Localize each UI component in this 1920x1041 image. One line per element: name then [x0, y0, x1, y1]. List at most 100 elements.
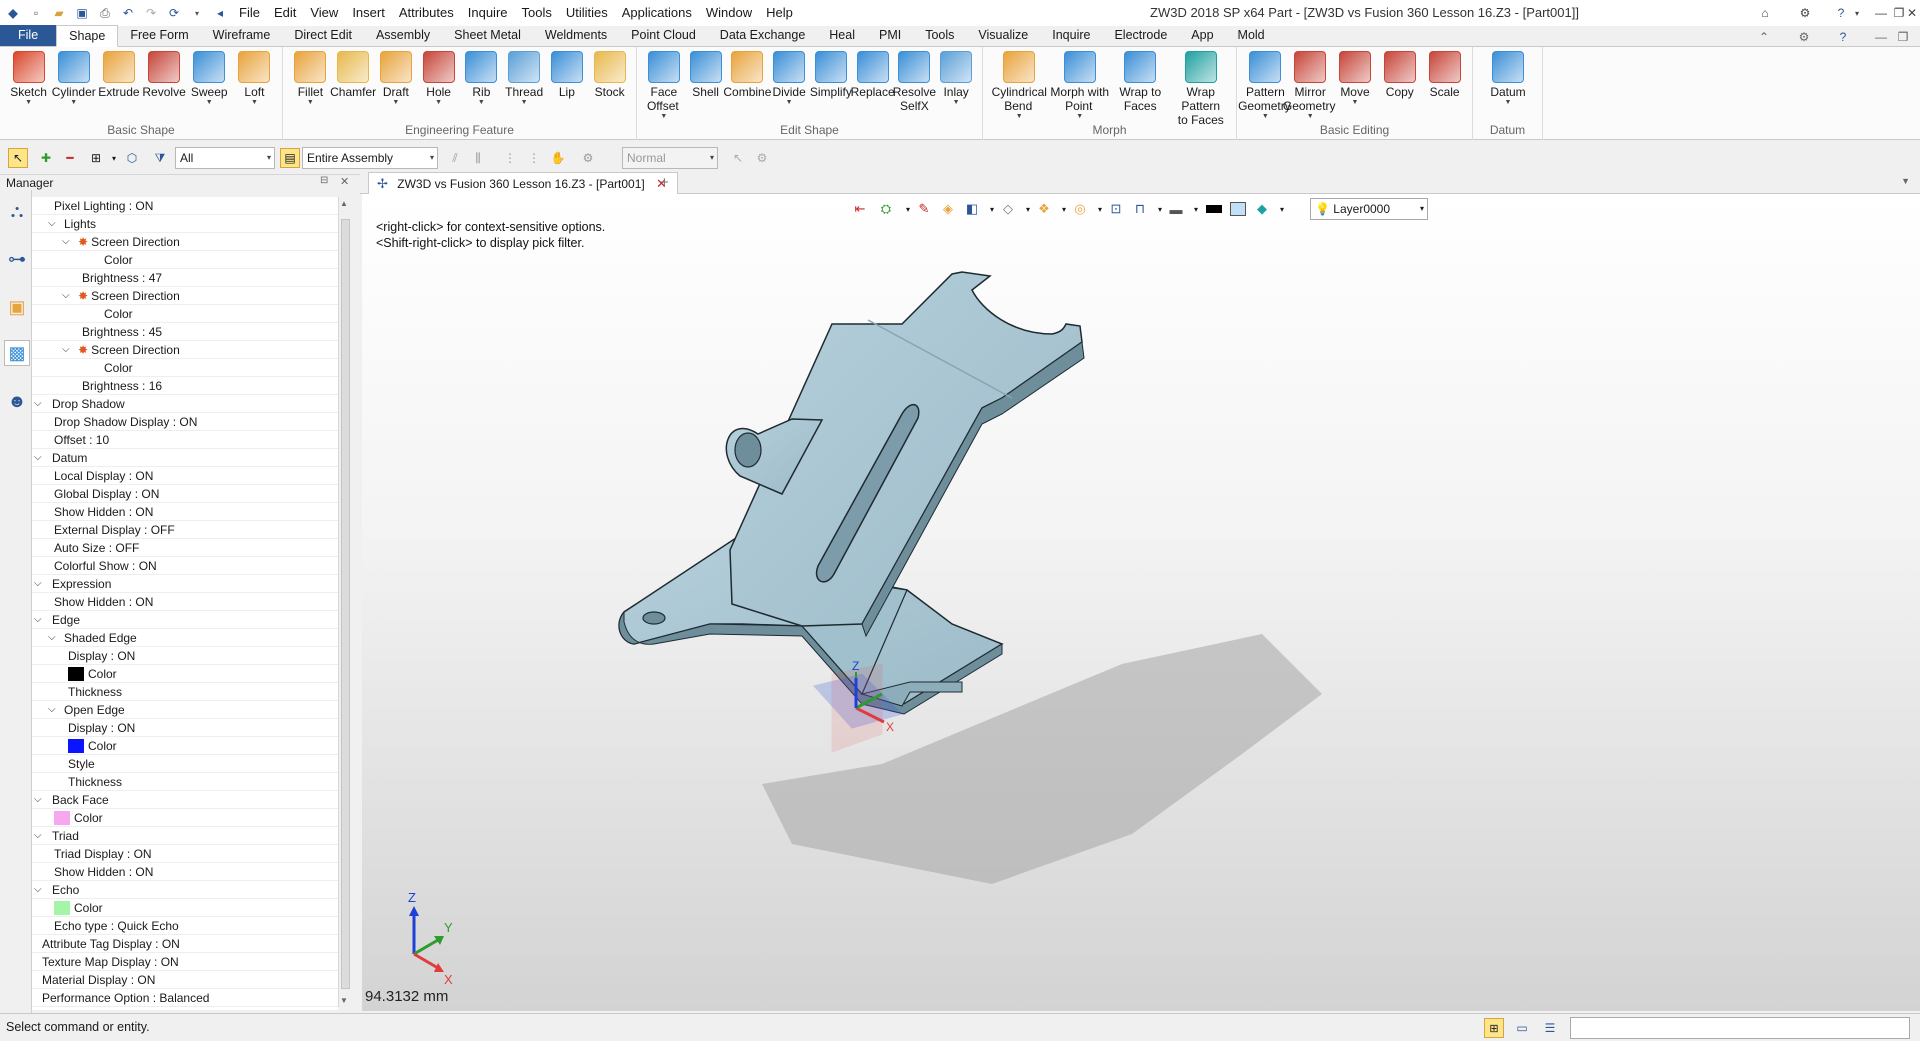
part-icon[interactable]: ▣: [4, 294, 30, 320]
tree-scroll-up-icon[interactable]: ▲: [340, 199, 348, 208]
tree-row[interactable]: Brightness : 45: [32, 323, 338, 341]
ribbon-options-icon[interactable]: ⚙: [1793, 26, 1815, 47]
tree-row[interactable]: Brightness : 47: [32, 269, 338, 287]
chevron-down-icon[interactable]: ▼: [251, 99, 258, 107]
status-input-mode-icon[interactable]: ⊞: [1484, 1018, 1504, 1038]
tree-collapse-icon[interactable]: ⌵: [34, 791, 42, 809]
tree-row[interactable]: ⌵ ✸ Screen Direction: [32, 233, 338, 251]
select-arrow-icon[interactable]: ↖: [8, 148, 28, 168]
ribbon-tab-point-cloud[interactable]: Point Cloud: [619, 25, 708, 46]
assembly-combo[interactable]: Entire Assembly ▾: [302, 147, 438, 169]
tree-collapse-icon[interactable]: ⌵: [34, 881, 42, 899]
ribbon-help-icon[interactable]: ?: [1832, 26, 1854, 47]
ribbon-tab-file[interactable]: File: [0, 25, 57, 46]
remove-pick-icon[interactable]: ━: [60, 148, 80, 168]
menu-insert[interactable]: Insert: [345, 0, 392, 26]
tree-collapse-icon[interactable]: ⌵: [34, 395, 42, 413]
open-folder-icon[interactable]: ▰: [49, 3, 69, 23]
tree-row[interactable]: Material Display : ON: [32, 971, 338, 989]
inlay-button[interactable]: Inlay ▼: [935, 51, 977, 107]
tree-row[interactable]: Show Hidden : ON: [32, 863, 338, 881]
ribbon-tab-assembly[interactable]: Assembly: [364, 25, 442, 46]
tree-collapse-icon[interactable]: ⌵: [62, 287, 70, 305]
combine-button[interactable]: Combine: [723, 51, 771, 99]
tree-row[interactable]: Display : ON: [32, 647, 338, 665]
close-button[interactable]: ✕: [1904, 0, 1920, 26]
mode-combo[interactable]: Normal ▾: [622, 147, 718, 169]
home-icon[interactable]: ⌂: [1750, 0, 1780, 26]
regen-icon[interactable]: ⟳: [164, 3, 184, 23]
ribbon-tab-tools[interactable]: Tools: [913, 25, 966, 46]
tree-row[interactable]: ⌵ Edge: [32, 611, 338, 629]
pick-settings-icon[interactable]: ⚙: [752, 148, 772, 168]
command-input[interactable]: [1570, 1017, 1910, 1039]
status-list-icon[interactable]: ☰: [1540, 1018, 1560, 1038]
pattern-geometry-button[interactable]: Pattern Geometry ▼: [1238, 51, 1291, 121]
assembly-tree-icon[interactable]: ⊶: [4, 246, 30, 272]
tree-row[interactable]: Attribute Tag Display : ON: [32, 935, 338, 953]
wrap-pattern-to-faces-button[interactable]: Wrap Pattern to Faces: [1171, 51, 1232, 127]
part-model[interactable]: X Z Z Y X: [362, 194, 1920, 1011]
menu-tools[interactable]: Tools: [515, 0, 559, 26]
fillet-button[interactable]: Fillet ▼: [289, 51, 332, 107]
tree-row[interactable]: Texture Map Display : ON: [32, 953, 338, 971]
pick-grid-icon[interactable]: ⊞: [86, 148, 106, 168]
redo-icon[interactable]: ↷: [141, 3, 161, 23]
user-icon[interactable]: ☻: [4, 388, 30, 414]
ribbon-tab-data-exchange[interactable]: Data Exchange: [708, 25, 817, 46]
menu-view[interactable]: View: [303, 0, 345, 26]
loft-button[interactable]: Loft ▼: [232, 51, 277, 107]
lip-button[interactable]: Lip: [546, 51, 589, 99]
tree-collapse-icon[interactable]: ⌵: [62, 341, 70, 359]
sketch-button[interactable]: Sketch ▼: [6, 51, 51, 107]
mirror-geometry-button[interactable]: Mirror Geometry ▼: [1283, 51, 1336, 121]
chevron-down-icon[interactable]: ▼: [1352, 99, 1359, 107]
tree-row[interactable]: ⌵ Drop Shadow: [32, 395, 338, 413]
menu-utilities[interactable]: Utilities: [559, 0, 615, 26]
menu-window[interactable]: Window: [699, 0, 759, 26]
tree-row[interactable]: Local Display : ON: [32, 467, 338, 485]
pick-grid-dropdown-icon[interactable]: ▾: [104, 148, 124, 168]
snap-icon[interactable]: ⚙: [578, 148, 598, 168]
chevron-down-icon[interactable]: ▼: [1505, 99, 1512, 107]
chevron-down-icon[interactable]: ▼: [1076, 113, 1083, 121]
tree-collapse-icon[interactable]: ⌵: [34, 827, 42, 845]
tree-row[interactable]: Color: [32, 251, 338, 269]
ribbon-restore-icon[interactable]: ❐: [1892, 26, 1914, 47]
chevron-down-icon[interactable]: ▼: [953, 99, 960, 107]
tree-collapse-icon[interactable]: ⌵: [34, 575, 42, 593]
chevron-down-icon[interactable]: ▼: [786, 99, 793, 107]
tree-row[interactable]: ⌵ Back Face: [32, 791, 338, 809]
datum-button[interactable]: Datum ▼: [1479, 51, 1537, 107]
graphics-viewport[interactable]: ⇤ ⛭ ▾ ✎ ◈ ◧ ▾ ◇ ▾ ❖ ▾ ◎ ▾ ⊡ ⊓ ▾ ▬ ▾ ◆ ▾ …: [362, 194, 1920, 1011]
wrap-to-faces-button[interactable]: Wrap to Faces: [1110, 51, 1171, 113]
tree-collapse-icon[interactable]: ⌵: [34, 611, 42, 629]
align-4-icon[interactable]: ⋮: [524, 148, 544, 168]
menu-help[interactable]: Help: [759, 0, 800, 26]
scale-button[interactable]: Scale: [1422, 51, 1467, 99]
align-1-icon[interactable]: ⫽: [445, 148, 465, 168]
extrude-button[interactable]: Extrude: [96, 51, 141, 99]
tree-row[interactable]: ⌵ Lights: [32, 215, 338, 233]
ribbon-tab-app[interactable]: App: [1179, 25, 1225, 46]
new-tab-icon[interactable]: +: [660, 174, 669, 191]
menu-inquire[interactable]: Inquire: [461, 0, 515, 26]
menu-edit[interactable]: Edit: [267, 0, 303, 26]
history-tree-icon[interactable]: ⛬: [4, 198, 30, 224]
color-swatch[interactable]: [54, 901, 70, 915]
ribbon-tab-pmi[interactable]: PMI: [867, 25, 913, 46]
print-icon[interactable]: ⎙: [95, 3, 115, 23]
tree-row[interactable]: ⌵ ✸ Screen Direction: [32, 341, 338, 359]
add-pick-icon[interactable]: ✚: [36, 148, 56, 168]
ribbon-tab-sheet-metal[interactable]: Sheet Metal: [442, 25, 533, 46]
quick-access-dropdown-icon[interactable]: ▾: [187, 3, 207, 23]
move-button[interactable]: Move ▼: [1333, 51, 1378, 107]
tree-scroll-down-icon[interactable]: ▼: [340, 996, 348, 1005]
morph-with-point-button[interactable]: Morph with Point ▼: [1050, 51, 1111, 121]
ribbon-tab-wireframe[interactable]: Wireframe: [201, 25, 283, 46]
ribbon-up-icon[interactable]: ⌃: [1753, 26, 1775, 47]
tree-row[interactable]: Global Display : ON: [32, 485, 338, 503]
ribbon-tab-inquire[interactable]: Inquire: [1040, 25, 1102, 46]
menu-file[interactable]: File: [232, 0, 267, 26]
tree-row[interactable]: ⌵ Shaded Edge: [32, 629, 338, 647]
